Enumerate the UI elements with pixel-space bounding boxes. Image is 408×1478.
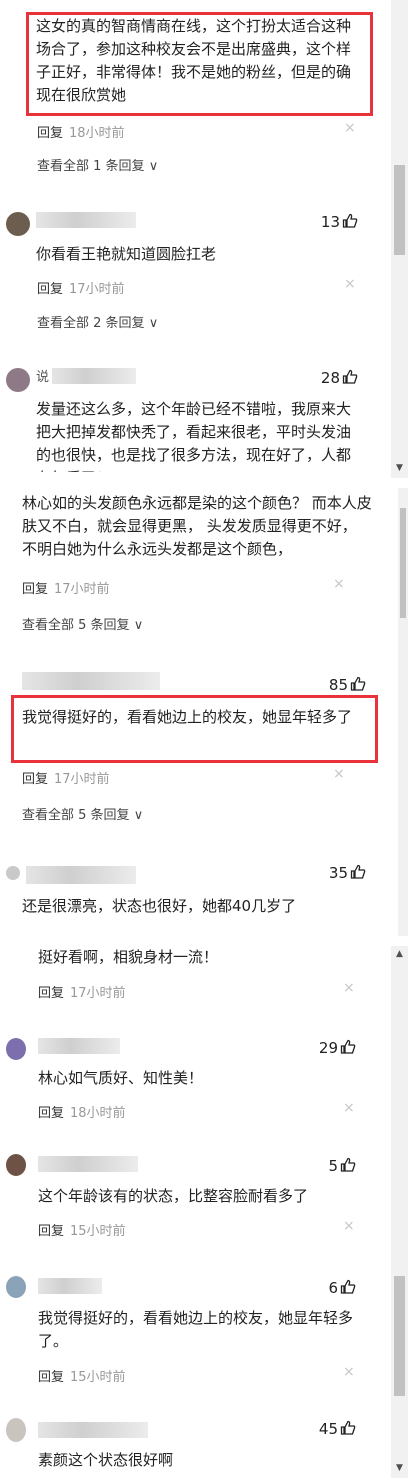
scroll-down-arrow[interactable]: ▼	[391, 462, 408, 474]
scroll-down-arrow[interactable]: ▼	[391, 1462, 408, 1474]
username-blurred	[38, 1156, 138, 1172]
scrollbar[interactable]	[398, 488, 408, 936]
avatar	[6, 212, 30, 236]
scrollbar-thumb[interactable]	[400, 508, 406, 618]
thumbs-up-icon	[350, 864, 366, 879]
reply-button[interactable]: 回复	[37, 282, 63, 297]
scrollbar-thumb[interactable]	[394, 1276, 405, 1396]
comment-text: 还是很漂亮，状态也很好，她都40几岁了	[22, 897, 297, 915]
thumbs-up-icon	[340, 1157, 356, 1172]
username-blurred	[26, 866, 136, 884]
timestamp: 17小时前	[69, 282, 125, 297]
avatar	[6, 1276, 26, 1298]
comment-text: 我觉得挺好的，看看她边上的校友，她显年轻多了。	[38, 1309, 354, 1350]
scrollbar[interactable]: ▲ ▼	[391, 946, 408, 1478]
thumbs-up-icon	[340, 1039, 356, 1054]
expand-replies-button[interactable]: 查看全部 5 条回复 ∨	[22, 614, 143, 633]
reply-button[interactable]: 回复	[38, 1106, 64, 1121]
comment-panel-2: 林心如的头发颜色永远都是染的这个颜色？ 而本人皮肤又不白，就会显得更黑， 头发发…	[0, 488, 408, 936]
comment-text: 这女的真的智商情商在线，这个打扮太适合这种场合了，参加这种校友会不是出席盛典，这…	[36, 17, 352, 104]
comment-panel-1: 这女的真的智商情商在线，这个打扮太适合这种场合了，参加这种校友会不是出席盛典，这…	[0, 0, 408, 478]
comment-text: 这个年龄该有的状态，比整容脸耐看多了	[38, 1187, 309, 1205]
like-button[interactable]: 13	[300, 213, 358, 231]
like-button[interactable]: 45	[296, 1420, 356, 1438]
username-blurred	[36, 212, 136, 228]
comment-text: 我觉得挺好的，看看她边上的校友，她显年轻多了	[22, 708, 353, 726]
comment-text: 素颜这个状态很好啊	[38, 1451, 174, 1469]
avatar	[6, 1154, 26, 1176]
close-icon[interactable]: ×	[333, 576, 345, 592]
username: 说	[36, 370, 50, 385]
close-icon[interactable]: ×	[343, 980, 355, 996]
reply-button[interactable]: 回复	[37, 126, 63, 141]
close-icon[interactable]: ×	[343, 1218, 355, 1234]
like-button[interactable]: 6	[296, 1279, 356, 1297]
close-icon[interactable]: ×	[343, 1364, 355, 1380]
reply-button[interactable]: 回复	[38, 986, 64, 1001]
thumbs-up-icon	[340, 1420, 356, 1435]
like-button[interactable]: 35	[306, 864, 366, 882]
close-icon[interactable]: ×	[344, 120, 356, 136]
reply-button[interactable]: 回复	[22, 772, 48, 787]
like-button[interactable]: 85	[306, 676, 366, 694]
username-blurred	[38, 1038, 120, 1054]
close-icon[interactable]: ×	[344, 276, 356, 292]
divider	[0, 478, 408, 488]
chevron-down-icon: ∨	[148, 316, 159, 331]
avatar	[6, 866, 20, 880]
scrollbar[interactable]: ▼	[391, 0, 408, 478]
timestamp: 17小时前	[54, 582, 110, 597]
comment-panel-3: 挺好看啊，相貌身材一流！ 回复 17小时前 × 29 林心如气质好、知性美！ 回复…	[0, 946, 408, 1478]
comment-text: 林心如气质好、知性美！	[38, 1069, 204, 1087]
comment-meta: 回复 15小时前	[38, 1220, 126, 1239]
comment-meta: 回复 17小时前	[22, 578, 110, 597]
avatar	[6, 368, 30, 392]
comment-text: 发量还这么多，这个年龄已经不错啦，我原来大把大把掉发都快秃了，看起来很老，平时头…	[36, 400, 352, 472]
expand-replies-button[interactable]: 查看全部 1 条回复 ∨	[37, 155, 158, 174]
close-icon[interactable]: ×	[343, 1100, 355, 1116]
chevron-down-icon: ∨	[148, 159, 159, 174]
comment-text: 林心如的头发颜色永远都是染的这个颜色？ 而本人皮肤又不白，就会显得更黑， 头发发…	[22, 494, 372, 558]
comment-meta: 回复 18小时前	[38, 1102, 126, 1121]
expand-replies-button[interactable]: 查看全部 2 条回复 ∨	[37, 312, 158, 331]
close-icon[interactable]: ×	[333, 766, 345, 782]
timestamp: 15小时前	[70, 1224, 126, 1239]
thumbs-up-icon	[342, 213, 358, 228]
comment-text: 你看看王艳就知道圆脸扛老	[36, 245, 217, 263]
reply-button[interactable]: 回复	[38, 1224, 64, 1239]
scrollbar-thumb[interactable]	[394, 165, 405, 255]
thumbs-up-icon	[342, 369, 358, 384]
like-button[interactable]: 5	[296, 1157, 356, 1175]
like-button[interactable]: 29	[296, 1039, 356, 1057]
chevron-down-icon: ∨	[133, 618, 144, 633]
chevron-down-icon: ∨	[133, 808, 144, 823]
username-blurred	[38, 1278, 102, 1294]
comment-meta: 回复 18小时前	[37, 122, 125, 141]
comment-text: 挺好看啊，相貌身材一流！	[38, 948, 219, 966]
reply-button[interactable]: 回复	[38, 1370, 64, 1385]
timestamp: 17小时前	[54, 772, 110, 787]
avatar	[6, 1038, 26, 1060]
comment-meta: 回复 17小时前	[22, 768, 110, 787]
timestamp: 18小时前	[69, 126, 125, 141]
scroll-up-arrow[interactable]: ▲	[391, 948, 408, 960]
thumbs-up-icon	[340, 1279, 356, 1294]
avatar	[6, 1418, 26, 1442]
like-button[interactable]: 28	[300, 369, 358, 387]
divider	[0, 936, 408, 946]
comment-meta: 回复 15小时前	[38, 1366, 126, 1385]
comment-meta: 回复 17小时前	[37, 278, 125, 297]
timestamp: 15小时前	[70, 1370, 126, 1385]
username-blurred	[22, 672, 160, 690]
expand-replies-button[interactable]: 查看全部 5 条回复 ∨	[22, 804, 143, 823]
username-blurred	[52, 368, 136, 384]
reply-button[interactable]: 回复	[22, 582, 48, 597]
timestamp: 18小时前	[70, 1106, 126, 1121]
comment-meta: 回复 17小时前	[38, 982, 126, 1001]
timestamp: 17小时前	[70, 986, 126, 1001]
thumbs-up-icon	[350, 676, 366, 691]
username-blurred	[38, 1422, 148, 1438]
